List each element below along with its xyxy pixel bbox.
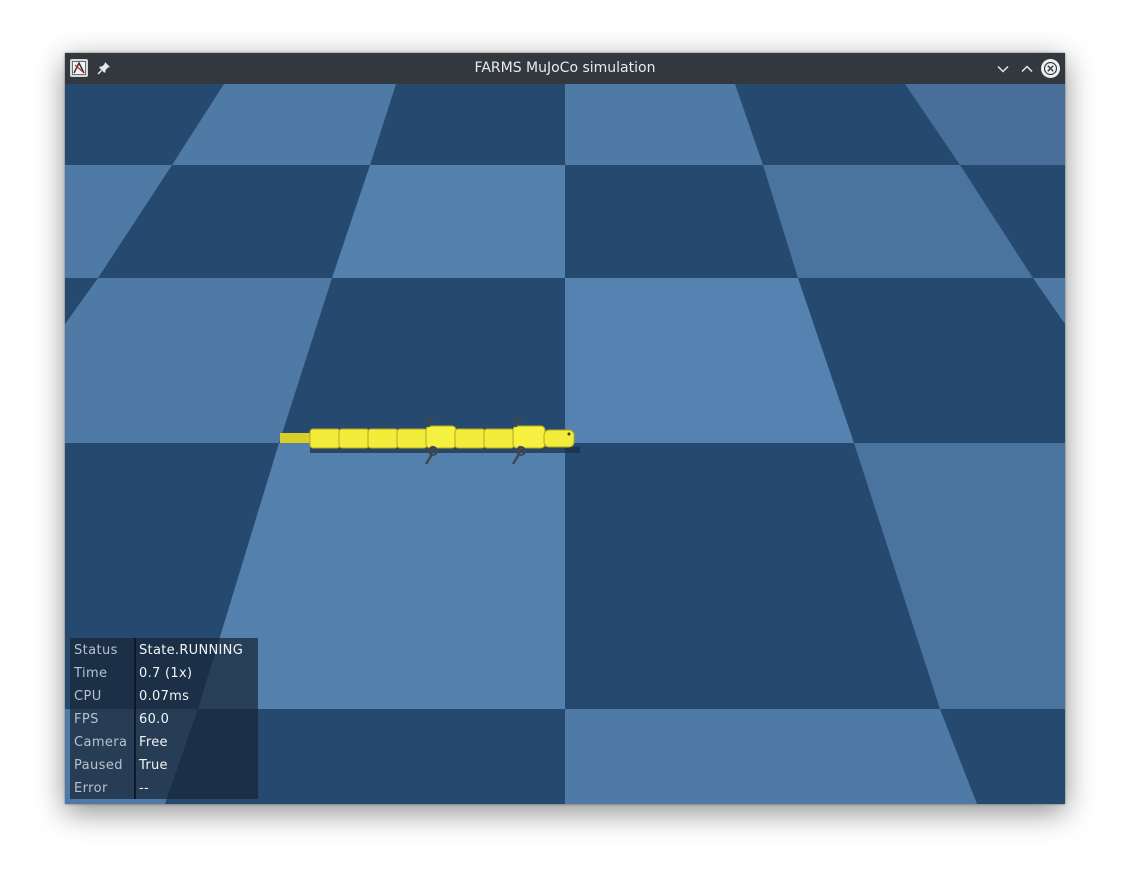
- window-title: FARMS MuJoCo simulation: [474, 60, 656, 76]
- info-row-fps: FPS 60.0: [70, 708, 258, 731]
- info-value: State.RUNNING: [139, 643, 244, 658]
- close-icon: [1044, 62, 1057, 75]
- info-key: Camera: [74, 735, 128, 750]
- info-value: --: [139, 781, 149, 796]
- maximize-button[interactable]: [1017, 59, 1036, 78]
- info-row-camera: Camera Free: [70, 731, 258, 754]
- info-value: 60.0: [139, 712, 170, 727]
- floor-tile: [565, 709, 977, 804]
- title-bar[interactable]: FARMS MuJoCo simulation: [65, 53, 1065, 84]
- close-button[interactable]: [1041, 59, 1060, 78]
- info-panel: Status State.RUNNING Time 0.7 (1x) CPU 0…: [70, 638, 258, 799]
- info-key: Error: [74, 781, 108, 796]
- info-key: Paused: [74, 758, 123, 773]
- chevron-down-icon: [996, 65, 1009, 73]
- info-value: 0.7 (1x): [139, 666, 193, 681]
- info-value: Free: [139, 735, 168, 750]
- simulation-viewport[interactable]: Status State.RUNNING Time 0.7 (1x) CPU 0…: [65, 84, 1065, 804]
- info-row-cpu: CPU 0.07ms: [70, 685, 258, 708]
- minimize-button[interactable]: [993, 59, 1012, 78]
- info-key: Status: [74, 643, 118, 658]
- info-row-error: Error --: [70, 777, 258, 800]
- floor-tile: [565, 84, 763, 165]
- simulation-window: FARMS MuJoCo simulation Status State.RUN…: [65, 53, 1065, 804]
- info-value: True: [139, 758, 168, 773]
- info-key: CPU: [74, 689, 102, 704]
- info-key: FPS: [74, 712, 99, 727]
- info-key: Time: [74, 666, 108, 681]
- info-row-paused: Paused True: [70, 754, 258, 777]
- chevron-up-icon: [1020, 64, 1033, 72]
- info-row-time: Time 0.7 (1x): [70, 662, 258, 685]
- info-row-status: Status State.RUNNING: [70, 639, 258, 662]
- floor-tile: [332, 165, 565, 278]
- info-value: 0.07ms: [139, 689, 190, 704]
